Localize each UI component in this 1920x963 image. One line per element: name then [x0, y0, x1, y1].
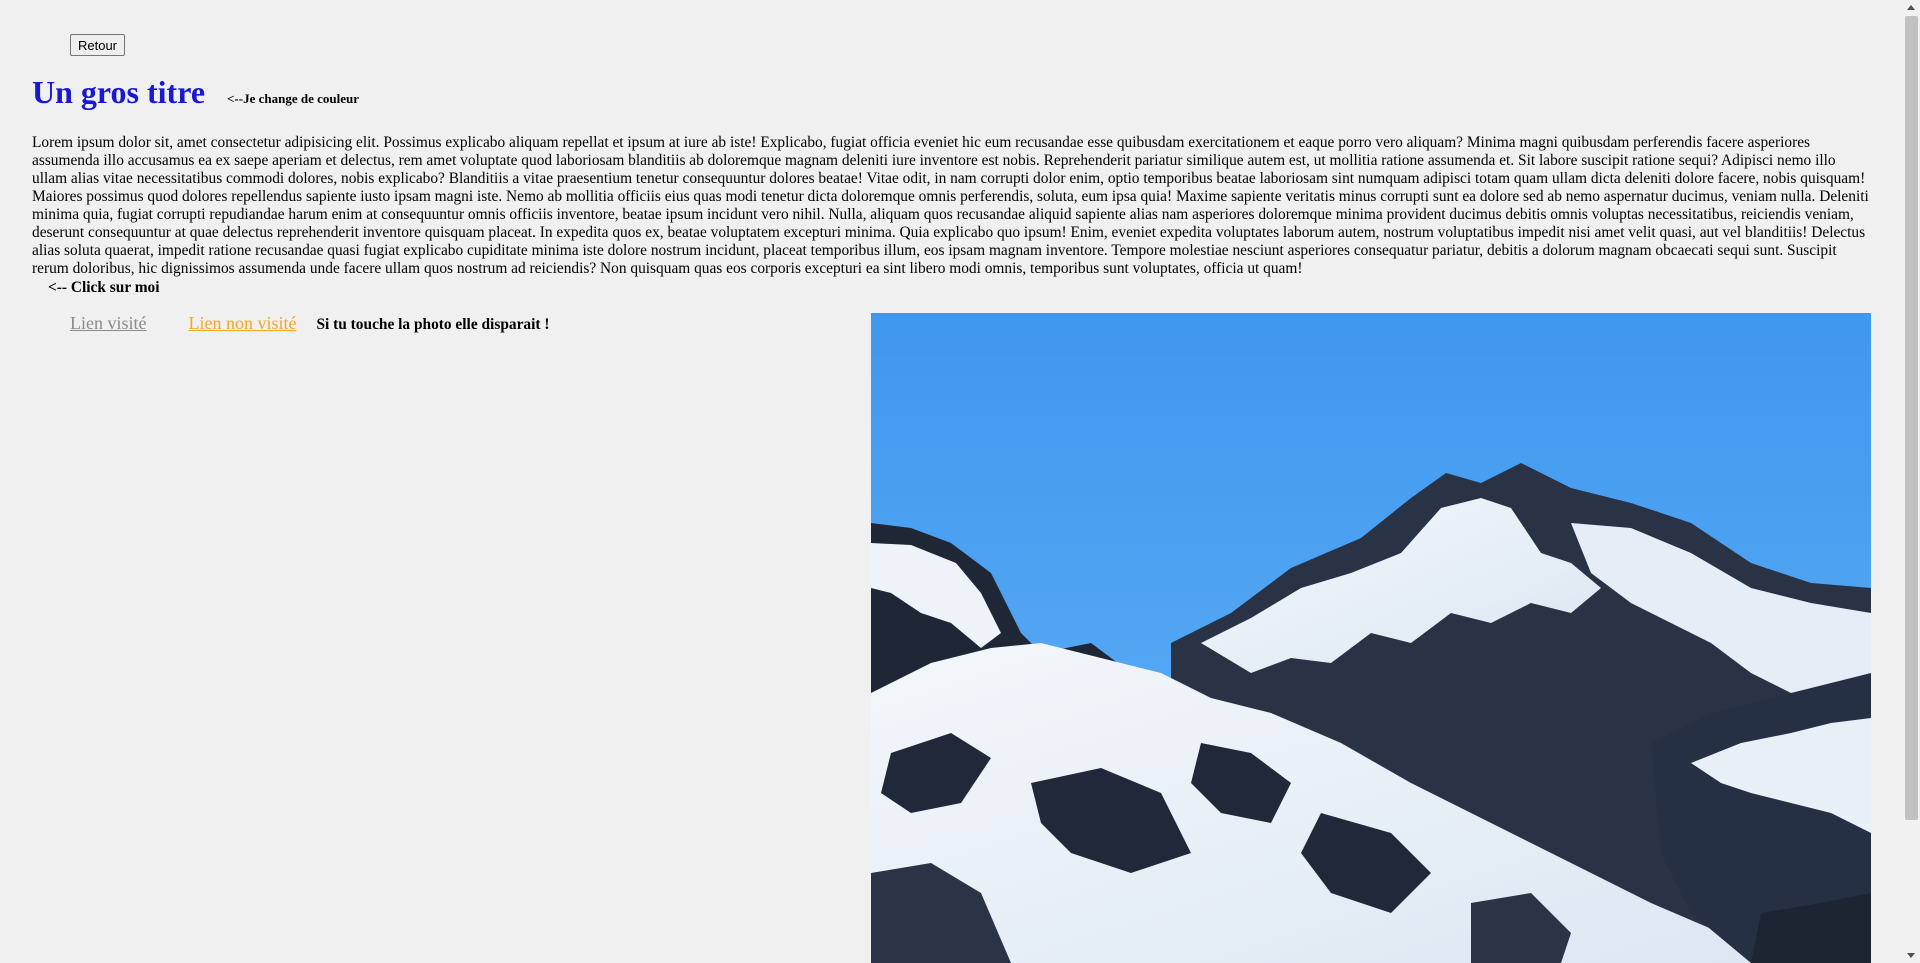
scroll-down-arrow-icon[interactable] — [1907, 953, 1915, 958]
scrollbar-thumb[interactable] — [1905, 16, 1918, 820]
visited-link[interactable]: Lien visité — [70, 313, 146, 334]
back-button[interactable]: Retour — [70, 34, 125, 56]
unvisited-link[interactable]: Lien non visité — [188, 313, 296, 334]
lorem-paragraph: Lorem ipsum dolor sit, amet consectetur … — [32, 134, 1869, 277]
vertical-scrollbar[interactable] — [1903, 0, 1920, 963]
click-me-label: <-- Click sur moi — [48, 279, 160, 296]
page: Retour Un gros titre <--Je change de cou… — [0, 0, 1902, 963]
title-row: Un gros titre <--Je change de couleur — [32, 74, 359, 111]
links-row: Lien visité Lien non visité Si tu touche… — [70, 313, 549, 334]
color-change-note: <--Je change de couleur — [227, 91, 359, 106]
mountain-photo[interactable] — [871, 313, 1871, 963]
scroll-up-arrow-icon[interactable] — [1907, 5, 1915, 10]
page-title[interactable]: Un gros titre — [32, 74, 205, 111]
photo-note: Si tu touche la photo elle disparait ! — [316, 316, 550, 333]
